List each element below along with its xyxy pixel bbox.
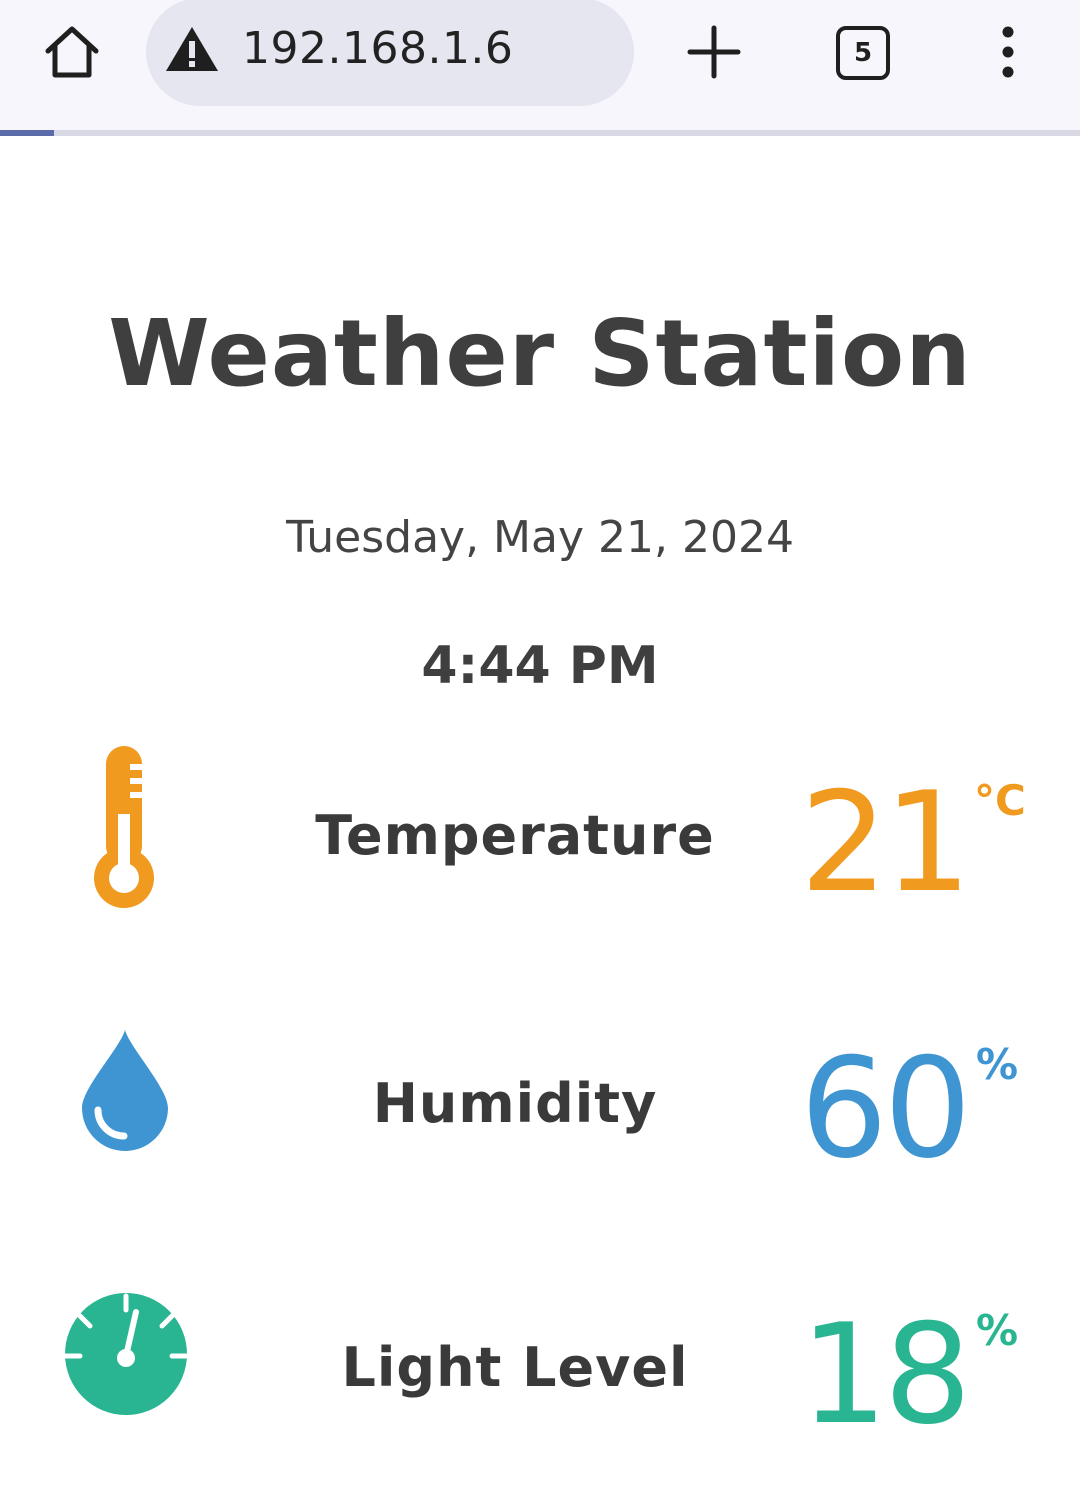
temperature-row: Temperature 21 °C [0, 740, 1080, 940]
progress-fill [0, 130, 54, 136]
date-text: Tuesday, May 21, 2024 [286, 512, 794, 563]
light-level-row: Light Level 18 % [0, 1290, 1080, 1490]
light-level-unit: % [976, 1306, 1019, 1355]
url-text[interactable]: 192.168.1.6 [242, 23, 513, 74]
temperature-label: Temperature [315, 804, 715, 867]
thermometer-icon [94, 746, 154, 908]
page-load-progress [0, 130, 1080, 136]
page-title: Weather Station [108, 300, 972, 407]
home-button[interactable] [36, 20, 108, 84]
address-bar[interactable]: 192.168.1.6 [146, 0, 634, 106]
temperature-value: 21 [800, 762, 972, 923]
humidity-unit: % [976, 1040, 1019, 1089]
tab-switcher-button[interactable]: 5 [836, 26, 890, 80]
humidity-value: 60 [800, 1028, 972, 1189]
more-menu-icon[interactable] [986, 24, 1030, 80]
warning-icon[interactable] [164, 24, 220, 74]
new-tab-button[interactable] [686, 24, 742, 80]
light-level-value: 18 [800, 1294, 972, 1455]
humidity-row: Humidity 60 % [0, 1020, 1080, 1220]
browser-toolbar: 192.168.1.6 5 [0, 0, 1080, 130]
home-icon [45, 26, 99, 78]
water-drop-icon [82, 1030, 168, 1151]
temperature-unit: °C [974, 776, 1026, 825]
light-level-label: Light Level [341, 1336, 689, 1399]
time-text: 4:44 PM [421, 636, 659, 696]
tab-count: 5 [853, 38, 873, 68]
gauge-icon [64, 1293, 188, 1415]
humidity-label: Humidity [372, 1072, 658, 1135]
